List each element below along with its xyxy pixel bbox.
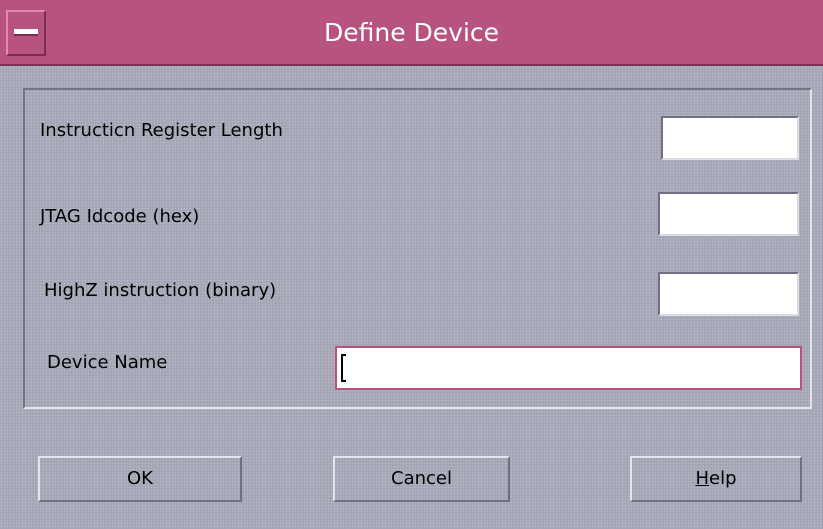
device-name-label: Device Name: [47, 352, 168, 373]
help-button[interactable]: Help: [630, 456, 802, 502]
highz-field[interactable]: [658, 272, 799, 316]
title-bar[interactable]: Define Device: [0, 0, 823, 66]
ir-length-label: Instructicn Register Length: [40, 120, 283, 141]
cancel-button[interactable]: Cancel: [333, 456, 510, 502]
window-title: Define Device: [323, 18, 500, 47]
text-cursor: [341, 354, 346, 382]
help-mnemonic: H: [695, 468, 710, 489]
idcode-label: JTAG Idcode (hex): [40, 206, 200, 227]
define-device-dialog: Define Device Instructicn Register Lengt…: [0, 0, 823, 529]
highz-input[interactable]: [660, 274, 797, 314]
device-name-field[interactable]: [335, 346, 802, 390]
idcode-input[interactable]: [660, 194, 797, 234]
help-label-rest: elp: [709, 468, 737, 489]
ok-button[interactable]: OK: [38, 456, 242, 502]
ir-length-field[interactable]: [661, 116, 799, 160]
ir-length-input[interactable]: [663, 118, 797, 158]
highz-label: HighZ instruction (binary): [44, 280, 277, 301]
idcode-field[interactable]: [658, 192, 799, 236]
device-name-input[interactable]: [337, 348, 800, 388]
